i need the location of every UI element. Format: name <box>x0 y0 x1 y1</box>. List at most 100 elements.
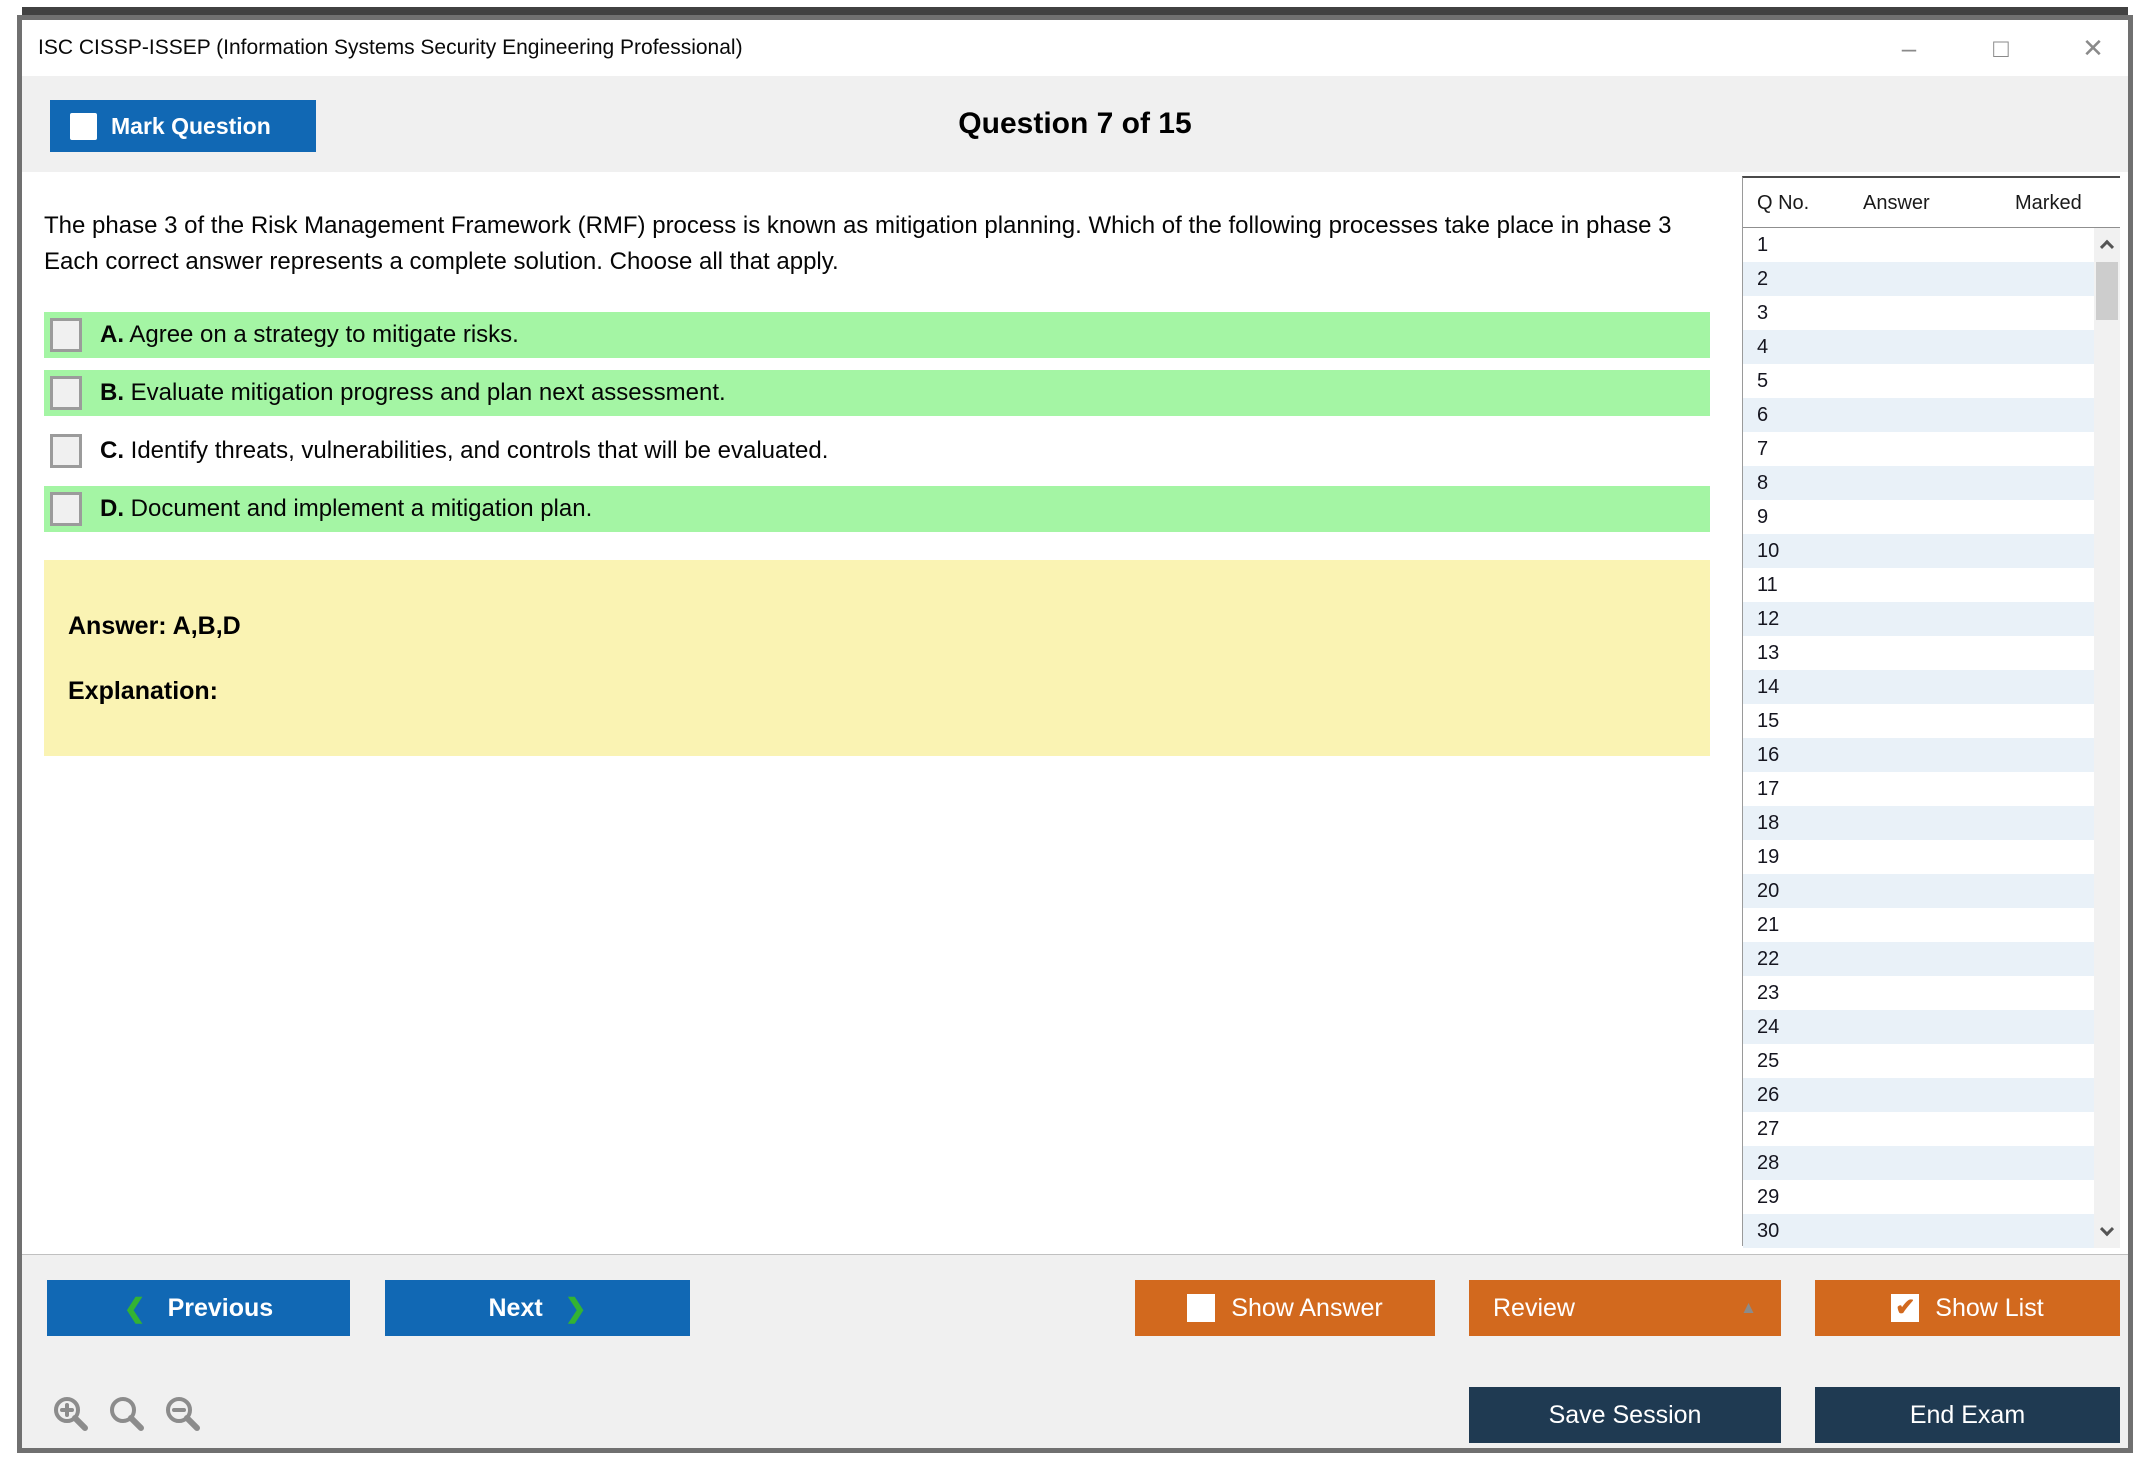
question-number: 11 <box>1743 574 1778 596</box>
previous-button[interactable]: ❮ Previous <box>47 1280 350 1336</box>
option-a[interactable]: A. Agree on a strategy to mitigate risks… <box>44 312 1710 358</box>
question-number: 4 <box>1743 336 1768 358</box>
question-row-25[interactable]: 25 <box>1743 1044 2095 1078</box>
question-row-5[interactable]: 5 <box>1743 364 2095 398</box>
review-label: Review <box>1493 1294 1575 1323</box>
question-row-26[interactable]: 26 <box>1743 1078 2095 1112</box>
question-list-header: Q No. Answer Marked <box>1743 178 2120 228</box>
previous-label: Previous <box>168 1294 274 1323</box>
question-row-3[interactable]: 3 <box>1743 296 2095 330</box>
end-exam-label: End Exam <box>1910 1401 2025 1430</box>
question-row-17[interactable]: 17 <box>1743 772 2095 806</box>
scroll-up-icon[interactable] <box>2094 230 2120 258</box>
question-row-1[interactable]: 1 <box>1743 228 2095 262</box>
column-answer: Answer <box>1863 178 1930 228</box>
question-row-10[interactable]: 10 <box>1743 534 2095 568</box>
mark-question-checkbox[interactable] <box>70 113 97 140</box>
option-text: A. Agree on a strategy to mitigate risks… <box>100 321 519 349</box>
option-checkbox[interactable] <box>50 492 82 526</box>
question-number: 8 <box>1743 472 1768 494</box>
save-session-button[interactable]: Save Session <box>1469 1387 1781 1443</box>
show-list-checkbox[interactable]: ✔ <box>1891 1294 1919 1322</box>
question-row-19[interactable]: 19 <box>1743 840 2095 874</box>
option-text: B. Evaluate mitigation progress and plan… <box>100 379 726 407</box>
mark-question-button[interactable]: Mark Question <box>50 100 316 152</box>
question-number: 27 <box>1743 1118 1779 1140</box>
question-row-23[interactable]: 23 <box>1743 976 2095 1010</box>
end-exam-button[interactable]: End Exam <box>1815 1387 2120 1443</box>
question-row-4[interactable]: 4 <box>1743 330 2095 364</box>
question-row-28[interactable]: 28 <box>1743 1146 2095 1180</box>
question-row-21[interactable]: 21 <box>1743 908 2095 942</box>
option-checkbox[interactable] <box>50 434 82 468</box>
show-answer-label: Show Answer <box>1231 1294 1382 1323</box>
question-number: 22 <box>1743 948 1779 970</box>
question-row-11[interactable]: 11 <box>1743 568 2095 602</box>
option-d[interactable]: D. Document and implement a mitigation p… <box>44 486 1710 532</box>
answer-box: Answer: A,B,D Explanation: <box>44 560 1710 756</box>
next-label: Next <box>489 1294 543 1323</box>
question-row-30[interactable]: 30 <box>1743 1214 2095 1248</box>
question-number: 12 <box>1743 608 1779 630</box>
question-row-14[interactable]: 14 <box>1743 670 2095 704</box>
magnifier-icon[interactable] <box>106 1393 148 1435</box>
question-row-29[interactable]: 29 <box>1743 1180 2095 1214</box>
question-number: 21 <box>1743 914 1779 936</box>
minimize-icon[interactable]: – <box>1892 31 1926 65</box>
question-row-2[interactable]: 2 <box>1743 262 2095 296</box>
question-number: 16 <box>1743 744 1779 766</box>
scroll-down-icon[interactable] <box>2094 1218 2120 1246</box>
question-row-22[interactable]: 22 <box>1743 942 2095 976</box>
option-c[interactable]: C. Identify threats, vulnerabilities, an… <box>44 428 1710 474</box>
question-list-scrollbar[interactable] <box>2094 228 2120 1248</box>
question-row-13[interactable]: 13 <box>1743 636 2095 670</box>
question-number: 18 <box>1743 812 1779 834</box>
question-number: 9 <box>1743 506 1768 528</box>
review-button[interactable]: Review ▲ <box>1469 1280 1781 1336</box>
question-row-15[interactable]: 15 <box>1743 704 2095 738</box>
show-list-button[interactable]: ✔ Show List <box>1815 1280 2120 1336</box>
question-row-8[interactable]: 8 <box>1743 466 2095 500</box>
question-number: 3 <box>1743 302 1768 324</box>
question-row-7[interactable]: 7 <box>1743 432 2095 466</box>
show-answer-checkbox[interactable] <box>1187 1294 1215 1322</box>
next-chevron-icon: ❯ <box>565 1293 587 1324</box>
next-button[interactable]: Next ❯ <box>385 1280 690 1336</box>
zoom-out-icon[interactable] <box>162 1393 204 1435</box>
question-number: 29 <box>1743 1186 1779 1208</box>
explanation-label: Explanation: <box>68 677 1686 706</box>
question-number: 10 <box>1743 540 1779 562</box>
question-row-6[interactable]: 6 <box>1743 398 2095 432</box>
question-row-12[interactable]: 12 <box>1743 602 2095 636</box>
show-answer-button[interactable]: Show Answer <box>1135 1280 1435 1336</box>
option-text: C. Identify threats, vulnerabilities, an… <box>100 437 828 465</box>
question-number: 14 <box>1743 676 1779 698</box>
question-number: 30 <box>1743 1220 1779 1242</box>
save-session-label: Save Session <box>1549 1401 1702 1430</box>
question-row-20[interactable]: 20 <box>1743 874 2095 908</box>
question-list-panel: Q No. Answer Marked 12345678910111213141… <box>1742 176 2120 1246</box>
answer-label: Answer: A,B,D <box>68 612 1686 641</box>
zoom-in-icon[interactable] <box>50 1393 92 1435</box>
question-number: 5 <box>1743 370 1768 392</box>
column-qno: Q No. <box>1757 178 1809 228</box>
question-row-9[interactable]: 9 <box>1743 500 2095 534</box>
question-row-27[interactable]: 27 <box>1743 1112 2095 1146</box>
title-bar: ISC CISSP-ISSEP (Information Systems Sec… <box>22 20 2128 76</box>
maximize-icon[interactable]: □ <box>1984 31 2018 65</box>
question-row-24[interactable]: 24 <box>1743 1010 2095 1044</box>
question-number: 15 <box>1743 710 1779 732</box>
option-b[interactable]: B. Evaluate mitigation progress and plan… <box>44 370 1710 416</box>
option-checkbox[interactable] <box>50 376 82 410</box>
column-marked: Marked <box>2015 178 2082 228</box>
question-row-18[interactable]: 18 <box>1743 806 2095 840</box>
close-icon[interactable]: ✕ <box>2076 31 2110 65</box>
option-checkbox[interactable] <box>50 318 82 352</box>
question-number: 6 <box>1743 404 1768 426</box>
question-number: 1 <box>1743 234 1768 256</box>
question-number: 20 <box>1743 880 1779 902</box>
window-controls: – □ ✕ <box>1892 20 2110 76</box>
scrollbar-thumb[interactable] <box>2096 262 2118 320</box>
question-number: 23 <box>1743 982 1779 1004</box>
question-row-16[interactable]: 16 <box>1743 738 2095 772</box>
